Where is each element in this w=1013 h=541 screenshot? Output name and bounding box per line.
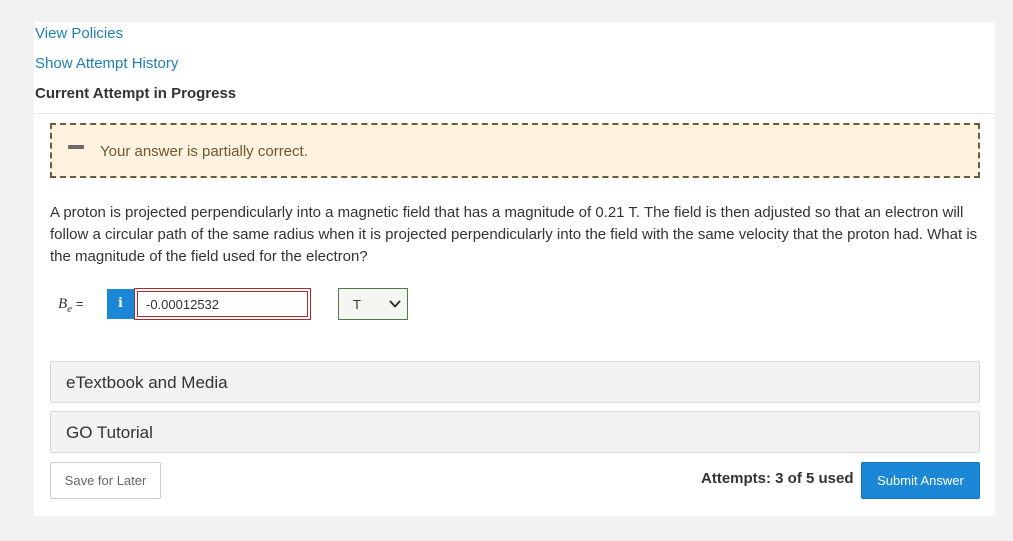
view-policies-link[interactable]: View Policies [35,25,123,42]
assignment-page: View Policies Show Attempt History Curre… [34,22,995,516]
etextbook-media-panel[interactable]: eTextbook and Media [50,361,980,403]
minus-icon [68,145,84,149]
divider [34,113,995,114]
question-text: A proton is projected perpendicularly in… [50,204,978,265]
answer-input[interactable] [137,291,308,317]
go-tutorial-panel[interactable]: GO Tutorial [50,411,980,453]
save-for-later-button[interactable]: Save for Later [50,462,161,499]
answer-variable-label: Be = [58,296,83,315]
unit-selected-value: T [353,297,361,312]
info-icon[interactable]: i [107,289,134,319]
feedback-message: Your answer is partially correct. [100,143,308,160]
chevron-down-icon [389,300,401,308]
show-attempt-history-link[interactable]: Show Attempt History [35,55,178,72]
unit-select[interactable]: T [338,288,408,320]
answer-field-wrapper [134,288,311,320]
etextbook-media-label: eTextbook and Media [66,373,228,392]
feedback-alert: Your answer is partially correct. [50,123,980,178]
variable-symbol: B [58,296,68,312]
variable-subscript: e [67,303,73,315]
submit-answer-button[interactable]: Submit Answer [861,462,980,499]
go-tutorial-label: GO Tutorial [66,423,153,442]
equals-sign: = [75,296,84,311]
attempts-counter: Attempts: 3 of 5 used [701,470,854,487]
current-attempt-heading: Current Attempt in Progress [35,85,237,102]
